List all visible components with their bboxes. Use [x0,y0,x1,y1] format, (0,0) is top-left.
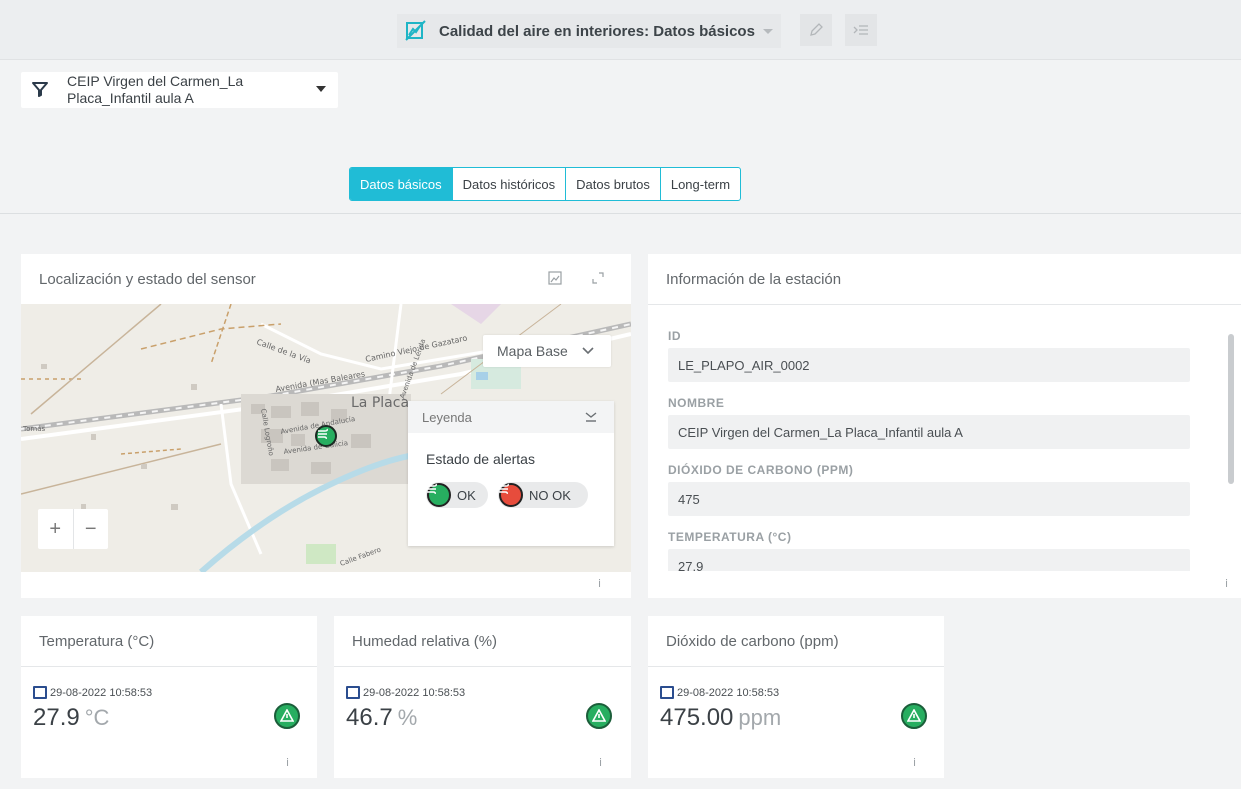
field-label-temperature: TEMPERATURA (°C) [668,530,792,544]
air-quality-icon [318,428,328,439]
chevron-down-icon [316,86,326,92]
map-card: Localización y estado del sensor La Plac… [21,254,631,598]
map-label-street: Tomás [22,425,45,433]
air-quality-icon [427,483,451,507]
divider [648,304,1241,305]
field-value-temperature: 27.9 [668,549,1190,571]
metric-number: 46.7 [346,704,393,731]
metric-timestamp: 29-08-2022 10:58:53 [33,686,152,699]
metric-date-text: 29-08-2022 10:58:53 [677,686,780,699]
info-icon[interactable]: i [1225,577,1228,590]
metric-unit: ppm [738,705,782,730]
view-tabs: Datos básicos Datos históricos Datos bru… [349,167,742,201]
legend-title: Leyenda [422,409,472,425]
tab-datos-basicos[interactable]: Datos básicos [350,168,453,200]
top-bar: Calidad del aire en interiores: Datos bá… [0,0,1241,60]
metric-number: 27.9 [33,704,80,731]
field-label-co2: DIÓXIDO DE CARBONO (PPM) [668,463,854,477]
station-info-card: Información de la estación ID LE_PLAPO_A… [648,254,1241,598]
pencil-icon [810,23,823,36]
info-icon[interactable]: i [913,756,916,769]
legend-nok-label: NO OK [529,487,571,503]
zoom-in-button[interactable]: + [38,509,74,549]
metric-date-text: 29-08-2022 10:58:53 [363,686,466,699]
map-base-label: Mapa Base [497,343,568,359]
status-ok-icon [586,703,612,729]
tab-datos-brutos[interactable]: Datos brutos [566,168,661,200]
divider [21,666,317,667]
field-value-nombre: CEIP Virgen del Carmen_La Placa_Infantil… [668,415,1190,449]
calendar-icon [33,686,47,699]
chevron-down-icon [762,28,773,34]
page-title: Calidad del aire en interiores: Datos bá… [439,22,755,40]
sensor-map[interactable]: La Placa Camino Viejo de Gazataro Avenid… [21,304,631,572]
map-zoom-control: + − [38,509,108,549]
map-legend: Leyenda Estado de alertas OK NO OK [408,401,614,546]
field-label-nombre: NOMBRE [668,396,725,410]
metric-date-text: 29-08-2022 10:58:53 [50,686,153,699]
tab-datos-historicos[interactable]: Datos históricos [453,168,567,200]
menu-indent-button[interactable] [845,14,877,46]
metric-value: 46.7% [346,704,417,732]
metric-value: 475.00 ppm [660,704,781,732]
info-icon[interactable]: i [286,756,289,769]
divider [648,666,944,667]
field-value-clip: 27.9 [668,549,1190,571]
divider [0,213,1241,214]
map-base-select[interactable]: Mapa Base [483,335,611,367]
status-ok-icon [901,703,927,729]
filter-selected-value: CEIP Virgen del Carmen_La Placa_Infantil… [67,73,244,106]
metric-card-co2: Dióxido de carbono (ppm) 29-08-2022 10:5… [648,616,944,778]
metric-timestamp: 29-08-2022 10:58:53 [346,686,465,699]
fullscreen-button[interactable] [587,267,609,289]
field-value-co2: 475 [668,482,1190,516]
chart-off-icon [405,20,426,41]
legend-item-ok: OK [426,482,488,508]
indent-icon [853,25,868,35]
metric-title: Temperatura (°C) [39,633,155,650]
legend-item-nok: NO OK [498,482,588,508]
field-value-id: LE_PLAPO_AIR_0002 [668,348,1190,382]
tab-long-term[interactable]: Long-term [661,168,740,200]
sensor-marker[interactable] [315,425,337,447]
metric-title: Humedad relativa (%) [352,633,498,650]
legend-ok-label: OK [457,487,476,503]
legend-header[interactable]: Leyenda [408,401,614,433]
status-ok-icon [274,703,300,729]
chevron-down-icon [585,412,597,422]
dashboard-title-selector[interactable]: Calidad del aire en interiores: Datos bá… [397,14,781,48]
filter-icon [32,82,48,97]
scrollbar-thumb[interactable] [1228,334,1234,484]
legend-subtitle: Estado de alertas [426,451,535,467]
edit-button[interactable] [800,14,832,46]
scrollbar[interactable] [1228,324,1234,574]
metric-unit: % [397,705,418,730]
metric-title: Dióxido de carbono (ppm) [666,633,839,650]
metric-unit: °C [84,705,110,730]
expand-icon [592,272,604,284]
calendar-icon [660,686,674,699]
calendar-icon [346,686,360,699]
map-card-title: Localización y estado del sensor [39,271,256,288]
zoom-out-button[interactable]: − [74,509,109,549]
info-icon[interactable]: i [599,756,602,769]
chevron-down-icon [582,347,594,355]
field-label-id: ID [668,329,681,343]
metric-card-temperature: Temperatura (°C) 29-08-2022 10:58:53 27.… [21,616,317,778]
metric-number: 475.00 [660,704,734,731]
station-filter-dropdown[interactable]: CEIP Virgen del Carmen_La Placa_Infantil… [21,72,338,108]
screenshot-button[interactable] [544,267,566,289]
station-card-title: Información de la estación [666,271,842,288]
metric-value: 27.9 °C [33,704,109,732]
divider [334,666,631,667]
air-quality-alert-icon [499,483,523,507]
info-icon[interactable]: i [598,577,601,590]
metric-timestamp: 29-08-2022 10:58:53 [660,686,779,699]
image-icon [548,271,562,285]
metric-card-humidity: Humedad relativa (%) 29-08-2022 10:58:53… [334,616,631,778]
